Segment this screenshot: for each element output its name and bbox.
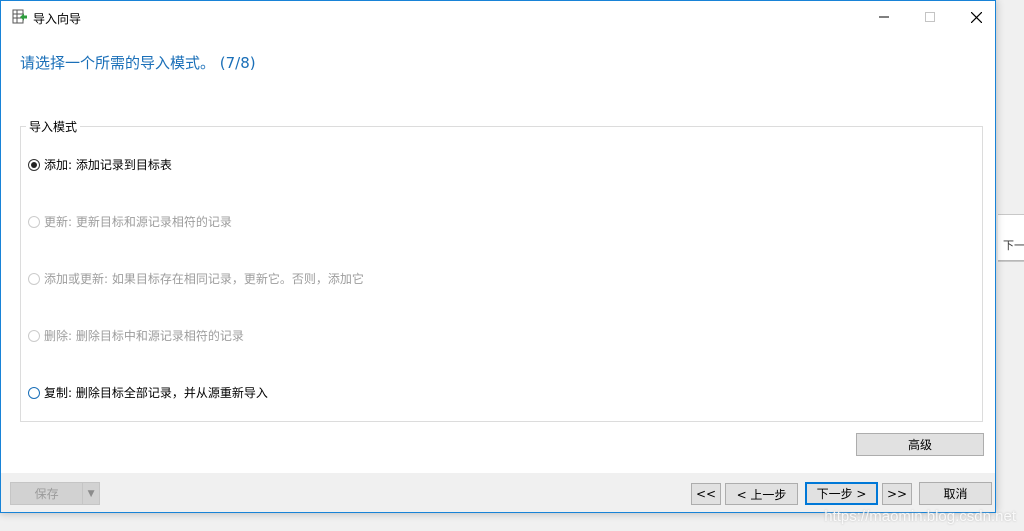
save-button: 保存 ▼ <box>10 482 100 505</box>
radio-button-disabled <box>28 215 40 228</box>
radio-button-disabled <box>28 329 40 342</box>
import-mode-legend: 导入模式 <box>26 118 81 135</box>
background-divider <box>998 260 1024 261</box>
maximize-icon[interactable] <box>907 1 953 33</box>
radio-button-disabled <box>28 272 40 285</box>
title-bar: 导入向导 <box>1 1 995 33</box>
first-step-button[interactable]: << <box>691 483 721 505</box>
radio-button-unchecked[interactable] <box>28 386 40 399</box>
radio-label-append-or-update: 添加或更新: 如果目标存在相同记录，更新它。否则，添加它 <box>44 272 364 286</box>
last-step-button[interactable]: >> <box>882 483 912 505</box>
radio-append[interactable]: 添加: 添加记录到目标表 <box>28 156 172 173</box>
cancel-button[interactable]: 取消 <box>919 482 992 505</box>
close-icon[interactable] <box>953 1 999 33</box>
minimize-icon[interactable] <box>861 1 907 33</box>
radio-update: 更新: 更新目标和源记录相符的记录 <box>28 213 232 230</box>
step-title: 请选择一个所需的导入模式。 (7/8) <box>20 54 256 72</box>
radio-label-append: 添加: 添加记录到目标表 <box>44 158 172 172</box>
background-next-fragment: 下一步 <box>1003 239 1024 252</box>
radio-label-delete: 删除: 删除目标中和源记录相符的记录 <box>44 329 244 343</box>
import-wizard-icon <box>12 9 28 25</box>
advanced-button[interactable]: 高级 <box>856 433 984 456</box>
back-button[interactable]: < 上一步 <box>725 483 798 505</box>
radio-copy[interactable]: 复制: 删除目标全部记录，并从源重新导入 <box>28 384 268 401</box>
radio-delete: 删除: 删除目标中和源记录相符的记录 <box>28 327 244 344</box>
radio-button-checked[interactable] <box>28 158 40 171</box>
import-wizard-window: 导入向导 请选择一个所需的导入模式。 (7/8) 导入模式 添加: 添加记录到目… <box>0 0 996 513</box>
save-button-label: 保存 <box>34 487 59 501</box>
window-title: 导入向导 <box>33 12 82 26</box>
next-button[interactable]: 下一步 > <box>805 482 878 505</box>
radio-label-update: 更新: 更新目标和源记录相符的记录 <box>44 215 232 229</box>
watermark: https://maomin.blog.csdn.net <box>824 508 1016 525</box>
radio-label-copy: 复制: 删除目标全部记录，并从源重新导入 <box>44 386 268 400</box>
chevron-down-icon: ▼ <box>82 483 99 504</box>
radio-append-or-update: 添加或更新: 如果目标存在相同记录，更新它。否则，添加它 <box>28 270 364 287</box>
